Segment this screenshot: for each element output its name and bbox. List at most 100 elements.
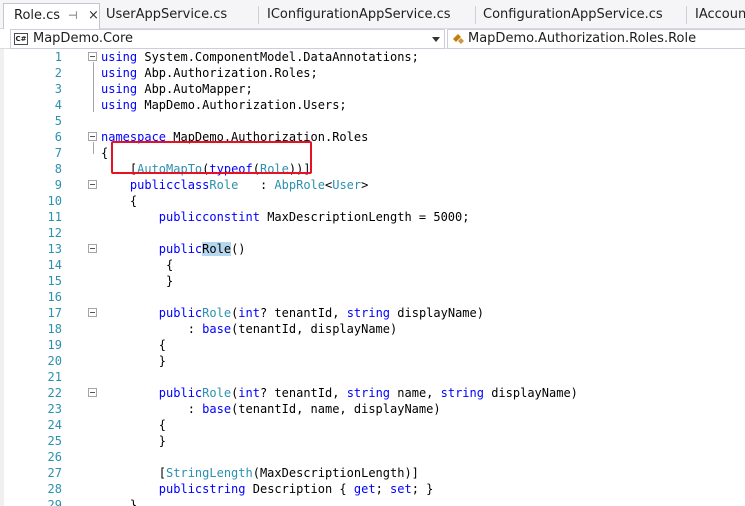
keyword-token: string bbox=[346, 386, 391, 400]
keyword-token: base bbox=[202, 402, 232, 416]
code-line[interactable]: publicRole() bbox=[101, 241, 246, 257]
keyword-token: string bbox=[346, 306, 391, 320]
keyword-token: public bbox=[158, 386, 203, 400]
keyword-token: int bbox=[238, 210, 260, 224]
tab-label: UserAppService.cs bbox=[106, 7, 228, 22]
code-token: ; bbox=[375, 482, 391, 496]
code-token: displayName) bbox=[483, 386, 578, 400]
code-line[interactable]: using Abp.Authorization.Roles; bbox=[101, 65, 318, 81]
keyword-token: using bbox=[101, 82, 138, 96]
line-number: 21 bbox=[47, 370, 62, 384]
code-token: ? tenantId, bbox=[259, 386, 347, 400]
chevron-down-icon bbox=[432, 37, 440, 42]
annotation-highlight-box bbox=[111, 141, 312, 174]
code-line[interactable]: using System.ComponentModel.DataAnnotati… bbox=[101, 49, 419, 65]
line-number: 2 bbox=[54, 66, 62, 80]
code-token: ; } bbox=[411, 482, 434, 496]
keyword-token: using bbox=[101, 66, 138, 80]
member-dropdown[interactable]: MapDemo.Authorization.Roles.Role bbox=[447, 29, 745, 49]
line-number: 27 bbox=[47, 466, 62, 480]
tab-iaccount[interactable]: IAccount bbox=[687, 4, 745, 26]
code-line[interactable]: : base(tenantId, displayName) bbox=[101, 321, 398, 337]
type-token: User bbox=[332, 178, 362, 192]
pin-icon[interactable]: ⊣ bbox=[68, 4, 78, 28]
fold-toggle-icon[interactable] bbox=[88, 52, 97, 61]
line-number: 19 bbox=[47, 338, 62, 352]
code-token: (tenantId, displayName) bbox=[231, 322, 398, 336]
tab-label: IConfigurationAppService.cs bbox=[267, 7, 451, 22]
fold-toggle-icon[interactable] bbox=[88, 132, 97, 141]
code-line[interactable]: using Abp.AutoMapper; bbox=[101, 81, 253, 97]
line-number: 24 bbox=[47, 418, 62, 432]
code-line[interactable]: publicconstint MaxDescriptionLength = 50… bbox=[101, 209, 470, 225]
line-number: 14 bbox=[47, 258, 62, 272]
keyword-token: int bbox=[238, 386, 260, 400]
line-number: 6 bbox=[54, 130, 62, 144]
line-number: 16 bbox=[47, 290, 62, 304]
code-line[interactable]: } bbox=[101, 353, 166, 369]
code-token: System.ComponentModel.DataAnnotations; bbox=[137, 50, 419, 64]
code-line[interactable]: { bbox=[101, 193, 137, 209]
code-line[interactable]: using MapDemo.Authorization.Users; bbox=[101, 97, 347, 113]
code-editor[interactable]: 1 using System.ComponentModel.DataAnnotat… bbox=[0, 49, 745, 506]
code-line[interactable]: { bbox=[101, 145, 108, 161]
tab-configurationappservice-cs[interactable]: ConfigurationAppService.cs bbox=[476, 4, 686, 26]
code-token: (tenantId, name, displayName) bbox=[231, 402, 441, 416]
navigation-bar: C# MapDemo.Core MapDemo.Authorization.Ro… bbox=[0, 29, 745, 49]
fold-toggle-icon[interactable] bbox=[88, 308, 97, 317]
line-number: 3 bbox=[54, 82, 62, 96]
code-line[interactable]: [StringLength(MaxDescriptionLength)] bbox=[101, 465, 419, 481]
tab-role-cs[interactable]: Role.cs ⊣ × bbox=[3, 3, 100, 29]
code-line[interactable]: publicRole(int? tenantId, string name, s… bbox=[101, 385, 578, 401]
type-token: Role bbox=[209, 178, 239, 192]
code-line[interactable]: { bbox=[101, 417, 166, 433]
code-line[interactable]: { bbox=[101, 337, 166, 353]
code-token: { bbox=[101, 418, 167, 432]
line-number: 9 bbox=[54, 178, 62, 192]
fold-toggle-icon[interactable] bbox=[88, 244, 97, 253]
line-number: 13 bbox=[47, 242, 62, 256]
code-token: } bbox=[101, 354, 167, 368]
code-line[interactable]: } bbox=[101, 497, 137, 506]
close-icon[interactable]: × bbox=[88, 4, 99, 28]
tab-userappservice-cs[interactable]: UserAppService.cs bbox=[100, 4, 258, 26]
fold-toggle-icon[interactable] bbox=[88, 180, 97, 189]
member-name: MapDemo.Authorization.Roles.Role bbox=[468, 31, 697, 46]
code-token: > bbox=[361, 178, 369, 192]
code-token: : bbox=[101, 402, 203, 416]
line-number: 10 bbox=[47, 194, 62, 208]
code-line[interactable]: publicstring Description { get; set; } bbox=[101, 481, 434, 497]
code-line[interactable]: } bbox=[101, 273, 173, 289]
code-line[interactable]: publicRole(int? tenantId, string display… bbox=[101, 305, 484, 321]
keyword-token: using bbox=[101, 50, 138, 64]
line-number: 26 bbox=[47, 450, 62, 464]
code-token: MapDemo.Authorization.Users; bbox=[137, 98, 347, 112]
code-token: ? tenantId, bbox=[259, 306, 347, 320]
code-line[interactable]: publicclassRole : AbpRole<User> bbox=[101, 177, 368, 193]
code-token: [ bbox=[101, 466, 167, 480]
code-line[interactable]: { bbox=[101, 257, 173, 273]
line-number: 5 bbox=[54, 114, 62, 128]
tab-iconfigurationappservice-cs[interactable]: IConfigurationAppService.cs bbox=[259, 4, 475, 26]
code-line[interactable]: } bbox=[101, 433, 166, 449]
code-token: name, bbox=[390, 386, 441, 400]
line-number: 23 bbox=[47, 402, 62, 416]
type-token: AbpRole bbox=[274, 178, 325, 192]
project-name: MapDemo.Core bbox=[33, 31, 134, 46]
code-token: { bbox=[101, 258, 174, 272]
line-number: 18 bbox=[47, 322, 62, 336]
code-token: (MaxDescriptionLength)] bbox=[252, 466, 419, 480]
code-token: () bbox=[231, 242, 246, 256]
keyword-token: const bbox=[202, 210, 239, 224]
code-token: Description { bbox=[245, 482, 354, 496]
project-dropdown[interactable]: C# MapDemo.Core bbox=[10, 29, 445, 49]
code-token: } bbox=[101, 434, 167, 448]
code-line[interactable]: : base(tenantId, name, displayName) bbox=[101, 401, 441, 417]
code-token: { bbox=[101, 338, 167, 352]
type-token: Role bbox=[202, 386, 232, 400]
fold-toggle-icon[interactable] bbox=[88, 388, 97, 397]
keyword-token: public bbox=[158, 210, 203, 224]
